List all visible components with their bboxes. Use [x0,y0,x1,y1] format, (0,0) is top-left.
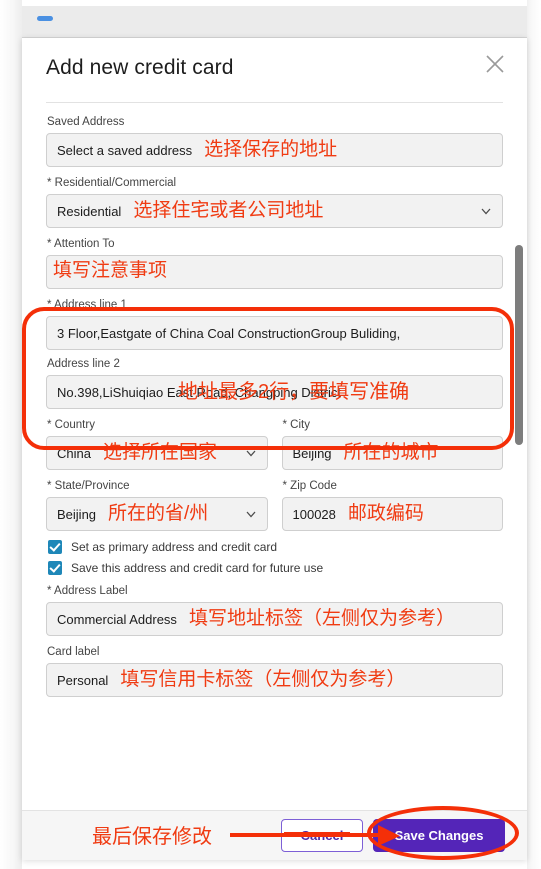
page-title: Add new credit card [46,56,234,79]
field-attention-to: Attention To 填写注意事项 [46,237,503,289]
field-country: Country China 选择所在国家 [46,418,268,470]
add-credit-card-modal: Add new credit card Saved Address Select… [22,38,527,860]
label-city: City [283,418,504,432]
state-province-value: Beijing [57,506,97,522]
label-attention-to: Attention To [47,237,503,251]
background-blue-pill [37,16,53,21]
card-label-value: Personal [57,672,109,688]
annotation-country: 选择所在国家 [102,441,217,463]
label-card-label: Card label [47,646,100,658]
chevron-down-icon [480,205,492,217]
residential-commercial-select[interactable]: Residential 选择住宅或者公司地址 [46,194,503,228]
label-residential-commercial: Residential/Commercial [47,176,503,190]
label-saved-address: Saved Address [47,116,125,128]
screenshot-root: Add new credit card Saved Address Select… [0,0,541,869]
checkbox-primary-address[interactable] [48,540,62,554]
annotation-zip-code: 邮政编码 [347,502,424,524]
field-saved-address: Saved Address Select a saved address 选择保… [46,115,503,167]
annotation-state-province: 所在的省/州 [108,502,209,524]
saved-address-value: Select a saved address [57,142,193,158]
checkbox-primary-address-label: Set as primary address and credit card [71,540,278,554]
checkbox-row-primary[interactable]: Set as primary address and credit card [48,540,503,554]
chevron-down-icon [245,508,257,520]
checkbox-save-future-use-label: Save this address and credit card for fu… [71,561,324,575]
attention-to-input[interactable]: 填写注意事项 [46,255,503,289]
background-page-top-strip [22,6,527,38]
zip-code-input[interactable]: 100028 邮政编码 [281,497,503,531]
annotation-attention-to: 填写注意事项 [53,260,168,281]
checkbox-row-save-future[interactable]: Save this address and credit card for fu… [48,561,503,575]
label-country: Country [47,418,268,432]
city-input[interactable]: Beijing 所在的城市 [281,436,503,470]
modal-footer: Cancel Save Changes [22,810,527,860]
residential-commercial-value: Residential [57,203,122,219]
address-label-input[interactable]: Commercial Address 填写地址标签（左侧仅为参考） [46,602,503,636]
field-address-line-1: Address line 1 3 Floor,Eastgate of China… [46,298,503,350]
label-address-line-2: Address line 2 [47,358,120,370]
modal-body: Saved Address Select a saved address 选择保… [22,103,527,819]
save-changes-button[interactable]: Save Changes [373,819,505,852]
address-line-2-value: No.398,LiShuiqiao East Road, Changping D… [57,384,342,400]
close-icon[interactable] [483,52,507,76]
country-select[interactable]: China 选择所在国家 [46,436,268,470]
modal-scrollbar-thumb[interactable] [515,245,523,445]
address-line-2-input[interactable]: No.398,LiShuiqiao East Road, Changping D… [46,375,503,409]
city-value: Beijing [292,445,332,461]
country-value: China [57,445,91,461]
row-country-city: Country China 选择所在国家 City Beijing 所在的城市 [46,418,503,470]
annotation-address-label: 填写地址标签（左侧仅为参考） [188,607,455,629]
address-line-1-input[interactable]: 3 Floor,Eastgate of China Coal Construct… [46,316,503,350]
page-backdrop-left [0,0,22,869]
annotation-residential-commercial: 选择住宅或者公司地址 [133,199,324,221]
state-province-select[interactable]: Beijing 所在的省/州 [46,497,268,531]
row-state-zip: State/Province Beijing 所在的省/州 Zip Code 1… [46,479,503,531]
annotation-city: 所在的城市 [343,441,439,463]
label-address-line-1: Address line 1 [47,298,503,312]
saved-address-select[interactable]: Select a saved address 选择保存的地址 [46,133,503,167]
label-state-province: State/Province [47,479,268,493]
checkbox-save-future-use[interactable] [48,561,62,575]
field-residential-commercial: Residential/Commercial Residential 选择住宅或… [46,176,503,228]
annotation-card-label: 填写信用卡标签（左侧仅为参考） [120,668,406,690]
address-line-1-value: 3 Floor,Eastgate of China Coal Construct… [57,325,401,341]
chevron-down-icon [245,447,257,459]
address-label-value: Commercial Address [57,611,177,627]
field-zip-code: Zip Code 100028 邮政编码 [281,479,504,531]
field-address-label: Address Label Commercial Address 填写地址标签（… [46,584,503,636]
field-city: City Beijing 所在的城市 [281,418,504,470]
cancel-button[interactable]: Cancel [281,819,363,852]
card-label-input[interactable]: Personal 填写信用卡标签（左侧仅为参考） [46,663,503,697]
label-address-label: Address Label [47,584,503,598]
annotation-saved-address: 选择保存的地址 [204,138,338,160]
page-backdrop-right [527,0,541,869]
label-zip-code: Zip Code [283,479,504,493]
modal-header: Add new credit card [22,38,527,94]
field-state-province: State/Province Beijing 所在的省/州 [46,479,268,531]
field-card-label: Card label Personal 填写信用卡标签（左侧仅为参考） [46,645,503,697]
modal-scrollbar[interactable] [515,103,523,819]
zip-code-value: 100028 [292,506,336,522]
field-address-line-2: Address line 2 No.398,LiShuiqiao East Ro… [46,357,503,409]
